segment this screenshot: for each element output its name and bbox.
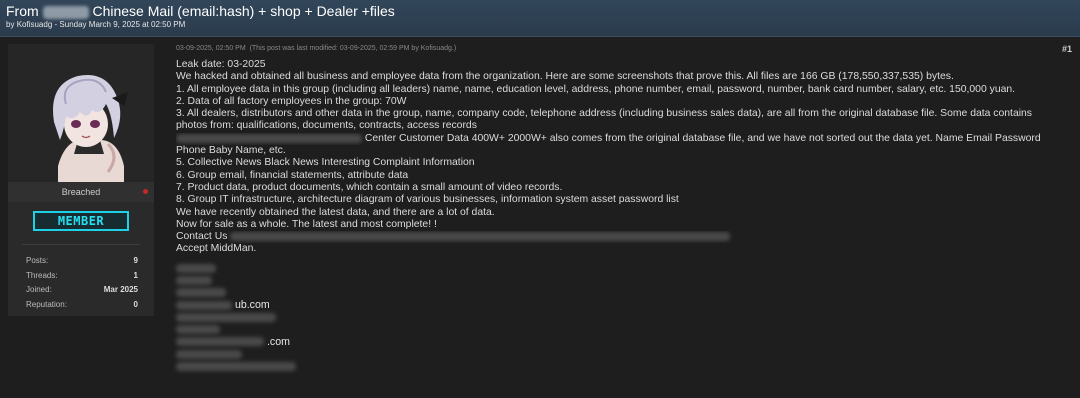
redacted-contact xyxy=(230,231,731,241)
user-sidebar: Breached MEMBER Posts: 9 Threads: 1 Join… xyxy=(8,44,154,316)
stat-row-reputation: Reputation: 0 xyxy=(26,298,138,313)
contact-line xyxy=(176,274,476,286)
post-line: 8. Group IT infrastructure, architecture… xyxy=(176,194,679,206)
contact-text[interactable]: .com xyxy=(267,336,290,348)
avatar[interactable] xyxy=(8,44,154,182)
post-line: 7. Product data, product documents, whic… xyxy=(176,181,563,193)
contact-text[interactable]: ub.com xyxy=(235,299,270,311)
post-line: 6. Group email, financial statements, at… xyxy=(176,169,409,181)
user-stats: Posts: 9 Threads: 1 Joined: Mar 2025 Rep… xyxy=(26,254,138,312)
post-line: 5. Collective News Black News Interestin… xyxy=(176,157,475,169)
post-line: Leak date: 03-2025 xyxy=(176,59,266,70)
post-line: 1. All employee data in this group (incl… xyxy=(176,83,1016,95)
stat-label: Joined: xyxy=(26,285,52,295)
contact-line xyxy=(176,311,476,323)
contact-line xyxy=(176,348,476,360)
thread-title-suffix: Chinese Mail (email:hash) + shop + Deale… xyxy=(92,3,395,19)
post-line: Accept MiddMan. xyxy=(176,243,257,255)
redacted-company xyxy=(42,5,89,19)
offline-status-icon xyxy=(143,189,148,194)
thread-header: From Chinese Mail (email:hash) + shop + … xyxy=(0,0,1080,37)
stat-label: Posts: xyxy=(26,256,49,265)
post-body: Leak date: 03-2025 We hacked and obtaine… xyxy=(176,59,1066,256)
thread-meta: by Kofisuadg - Sunday March 9, 2025 at 0… xyxy=(6,20,186,29)
contact-list: ub.com .com xyxy=(176,262,476,373)
thread-title-prefix: From xyxy=(6,3,39,19)
redacted-text xyxy=(176,288,226,298)
sidebar-divider xyxy=(22,244,140,245)
stat-value[interactable]: 1 xyxy=(134,269,138,283)
stat-value: Mar 2025 xyxy=(103,285,138,295)
user-status-label: Breached xyxy=(61,187,101,197)
redacted-text xyxy=(176,312,276,322)
stat-row-posts: Posts: 9 xyxy=(26,254,138,269)
post-line: 3. All dealers, distributors and other d… xyxy=(176,108,1033,120)
post-modified-note: (This post was last modified: 03-09-2025… xyxy=(249,45,457,52)
redacted-text xyxy=(176,337,264,347)
post-line: 2. Data of all factory employees in the … xyxy=(176,95,407,107)
post-header: 03-09-2025, 02:50 PM (This post was last… xyxy=(176,45,456,52)
avatar-image xyxy=(8,44,154,182)
rank-badge: MEMBER xyxy=(33,211,129,231)
post-line-text: Contact Us xyxy=(176,231,228,243)
stat-label: Threads: xyxy=(26,270,58,280)
redacted-text xyxy=(176,325,220,335)
thread-date: Sunday March 9, 2025 at 02:50 PM xyxy=(59,20,186,29)
redacted-text xyxy=(176,362,296,372)
post-line: We have recently obtained the latest dat… xyxy=(176,206,495,218)
stat-row-joined: Joined: Mar 2025 xyxy=(26,283,138,298)
post-line-text: Center Customer Data 400W+ 2000W+ also c… xyxy=(364,132,1041,144)
contact-line xyxy=(176,262,476,274)
post-timestamp: 03-09-2025, 02:50 PM xyxy=(176,45,246,52)
redacted-text xyxy=(176,300,232,310)
thread-title[interactable]: From Chinese Mail (email:hash) + shop + … xyxy=(6,3,395,19)
stat-row-threads: Threads: 1 xyxy=(26,269,138,284)
contact-line xyxy=(176,323,476,335)
redacted-text xyxy=(176,276,212,285)
stat-value[interactable]: 0 xyxy=(134,298,138,312)
contact-line[interactable]: ub.com xyxy=(176,299,476,311)
thread-author-link[interactable]: Kofisuadg xyxy=(17,20,53,29)
redacted-text xyxy=(176,133,362,143)
contact-line[interactable]: .com xyxy=(176,336,476,348)
stat-label: Reputation: xyxy=(26,299,67,309)
post-line: Now for sale as a whole. The latest and … xyxy=(176,218,437,230)
post-line: Contact Us xyxy=(176,231,1066,243)
thread-author-prefix: by xyxy=(6,20,15,29)
contact-line xyxy=(176,287,476,299)
stat-value[interactable]: 9 xyxy=(134,254,138,268)
redacted-text xyxy=(176,349,242,359)
post-line: photos from: qualifications, documents, … xyxy=(176,120,477,132)
post-line: Phone Baby Name, etc. xyxy=(176,145,286,157)
contact-line xyxy=(176,360,476,372)
post-number-link[interactable]: #1 xyxy=(1062,44,1072,54)
redacted-text xyxy=(176,263,216,273)
user-status: Breached xyxy=(8,182,154,202)
post-line: Center Customer Data 400W+ 2000W+ also c… xyxy=(176,133,1066,145)
post-line: We hacked and obtained all business and … xyxy=(176,71,954,83)
